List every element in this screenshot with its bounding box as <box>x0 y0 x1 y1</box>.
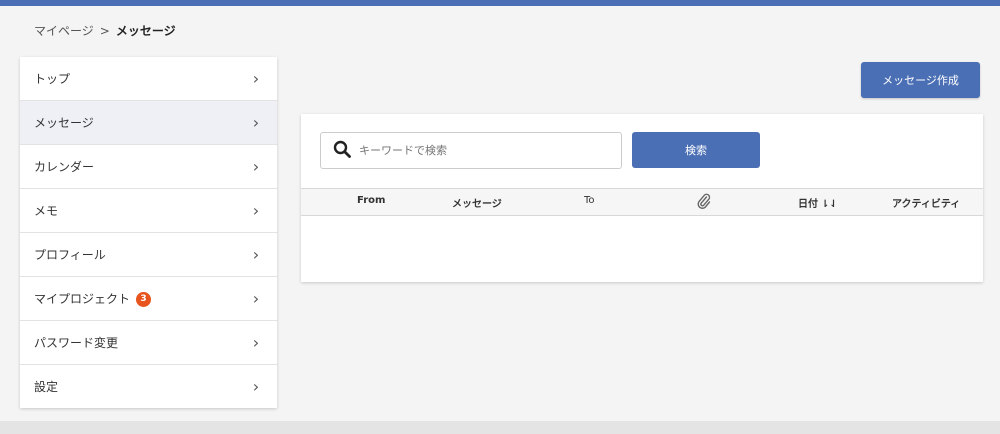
sidebar-item-label: カレンダー <box>34 160 95 174</box>
column-header-date-label: 日付 <box>798 199 818 210</box>
chevron-right-icon: › <box>252 69 260 88</box>
sidebar-item-label: プロフィール <box>34 248 106 262</box>
footer-bar <box>0 421 1000 434</box>
sidebar-item-memo[interactable]: メモ › <box>20 189 277 233</box>
chevron-right-icon: › <box>252 377 260 396</box>
table-header: From メッセージ To 日付 ⇂⇃ アクティビティ <box>301 188 983 216</box>
sidebar-item-label: メモ <box>34 204 59 218</box>
message-list-panel: 検索 From メッセージ To 日付⇂⇃ アクティビティ <box>301 114 983 282</box>
breadcrumb-current: メッセージ <box>115 24 176 38</box>
sidebar-menu: トップ › メッセージ › カレンダー › メモ › プロフィール › マイプロ… <box>20 57 277 408</box>
create-message-button[interactable]: メッセージ作成 <box>861 62 980 98</box>
chevron-right-icon: › <box>252 333 260 352</box>
chevron-right-icon: › <box>252 201 260 220</box>
sidebar-item-label: 設定 <box>34 380 59 394</box>
sidebar-item-settings[interactable]: 設定 › <box>20 365 277 408</box>
column-header-message: メッセージ <box>452 199 502 210</box>
sidebar-item-label-text: マイプロジェクト <box>34 292 131 306</box>
sidebar-item-label: マイプロジェクト 3 <box>34 290 249 307</box>
search-icon <box>333 140 351 162</box>
sidebar-item-label: メッセージ <box>34 116 94 130</box>
chevron-right-icon: › <box>252 113 260 132</box>
breadcrumb: マイページ > メッセージ <box>34 22 176 39</box>
column-header-to: To <box>584 195 595 206</box>
chevron-right-icon: › <box>252 245 260 264</box>
breadcrumb-separator: > <box>99 24 110 38</box>
sidebar-item-calendar[interactable]: カレンダー › <box>20 145 277 189</box>
breadcrumb-mypage-link[interactable]: マイページ <box>34 24 94 38</box>
column-header-date[interactable]: 日付 ⇂⇃ <box>798 195 838 210</box>
sidebar-item-label: パスワード変更 <box>34 336 119 350</box>
sidebar-item-profile[interactable]: プロフィール › <box>20 233 277 277</box>
paperclip-icon <box>697 193 711 212</box>
notification-badge: 3 <box>136 292 152 307</box>
sidebar-item-top[interactable]: トップ › <box>20 57 277 101</box>
top-accent-bar <box>0 0 1000 6</box>
column-header-from: From <box>357 195 386 206</box>
search-button[interactable]: 検索 <box>632 132 760 168</box>
chevron-right-icon: › <box>252 289 260 308</box>
search-field[interactable] <box>320 132 622 169</box>
sidebar-item-message[interactable]: メッセージ › <box>20 101 277 145</box>
column-header-activity: アクティビティ <box>892 199 961 210</box>
sidebar-item-password-change[interactable]: パスワード変更 › <box>20 321 277 365</box>
sidebar-item-label: トップ <box>34 72 71 86</box>
search-input[interactable] <box>357 143 601 158</box>
chevron-right-icon: › <box>252 157 260 176</box>
sidebar-item-my-project[interactable]: マイプロジェクト 3 › <box>20 277 277 321</box>
sort-desc-icon: ⇂⇃ <box>821 199 838 210</box>
